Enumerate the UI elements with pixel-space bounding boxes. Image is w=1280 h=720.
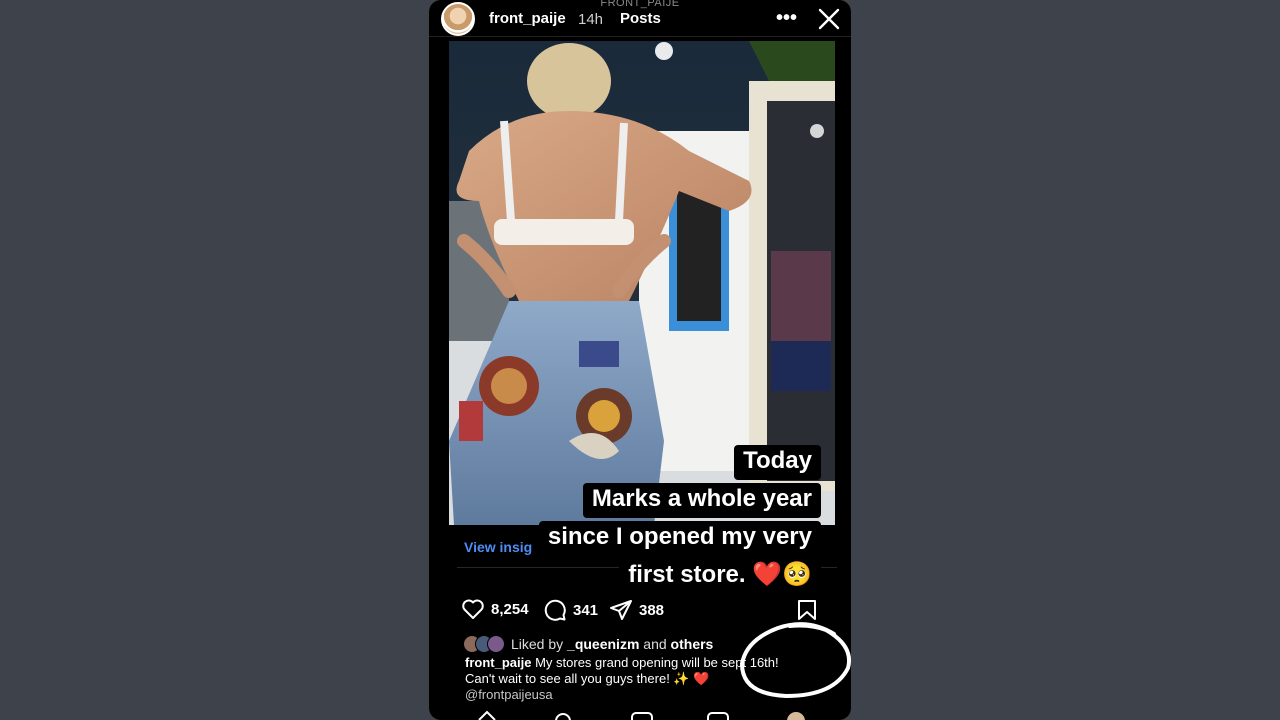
heart-icon [462, 599, 484, 619]
overlay-line: Today [734, 445, 821, 480]
story-header: front_paije 14h Posts ••• [429, 0, 851, 38]
share-count: 388 [639, 601, 665, 619]
story-frame: FRONT_PAIJE front_paije 14h Posts ••• Vi… [429, 0, 851, 720]
avatar [487, 635, 505, 653]
liked-by-text: Liked by _queenizm and others [511, 636, 713, 652]
like-button[interactable]: 8,254 [461, 598, 529, 620]
home-icon [478, 710, 496, 720]
save-button[interactable] [795, 598, 819, 622]
like-count: 8,254 [491, 600, 529, 618]
bookmark-icon [798, 600, 816, 620]
liked-by-others[interactable]: others [671, 636, 714, 652]
story-text-overlay: Today Marks a whole year since I opened … [538, 445, 821, 597]
post-actions: 8,254 341 388 [461, 598, 831, 622]
view-insights-link[interactable]: View insig [464, 539, 532, 555]
header-username[interactable]: front_paije [489, 10, 566, 27]
caption-text-2: Can't wait to see all you guys there! ✨ … [465, 671, 710, 686]
bottom-nav-bar [478, 710, 805, 720]
liker-avatars [463, 635, 507, 653]
section-label: Posts [620, 10, 661, 27]
comment-icon [544, 599, 566, 621]
post-caption: front_paije My stores grand opening will… [465, 655, 815, 703]
liked-by-row[interactable]: Liked by _queenizm and others [463, 635, 713, 653]
caption-username[interactable]: front_paije [465, 655, 531, 670]
liked-by-user[interactable]: _queenizm [567, 636, 639, 652]
search-icon [555, 713, 571, 720]
comment-count: 341 [573, 601, 599, 619]
caption-tag[interactable]: @frontpaijeusa [465, 687, 553, 702]
close-icon[interactable] [817, 7, 841, 31]
header-divider [429, 36, 851, 37]
share-button[interactable]: 388 [609, 598, 664, 622]
post-time: 14h [578, 11, 604, 28]
reels-icon [707, 712, 729, 720]
comment-button[interactable]: 341 [543, 598, 598, 622]
avatar[interactable] [441, 2, 475, 36]
more-options-icon[interactable]: ••• [776, 8, 797, 28]
avatar [787, 712, 805, 720]
send-icon [610, 600, 632, 620]
liked-by-and: and [643, 636, 667, 652]
caption-text: My stores grand opening will be sept 16t… [535, 655, 779, 670]
overlay-line: since I opened my very [538, 521, 821, 556]
overlay-line: first store. ❤️🥺 [619, 559, 821, 594]
liked-by-prefix: Liked by [511, 636, 564, 652]
overlay-line: Marks a whole year [582, 483, 821, 518]
create-icon [631, 712, 653, 720]
